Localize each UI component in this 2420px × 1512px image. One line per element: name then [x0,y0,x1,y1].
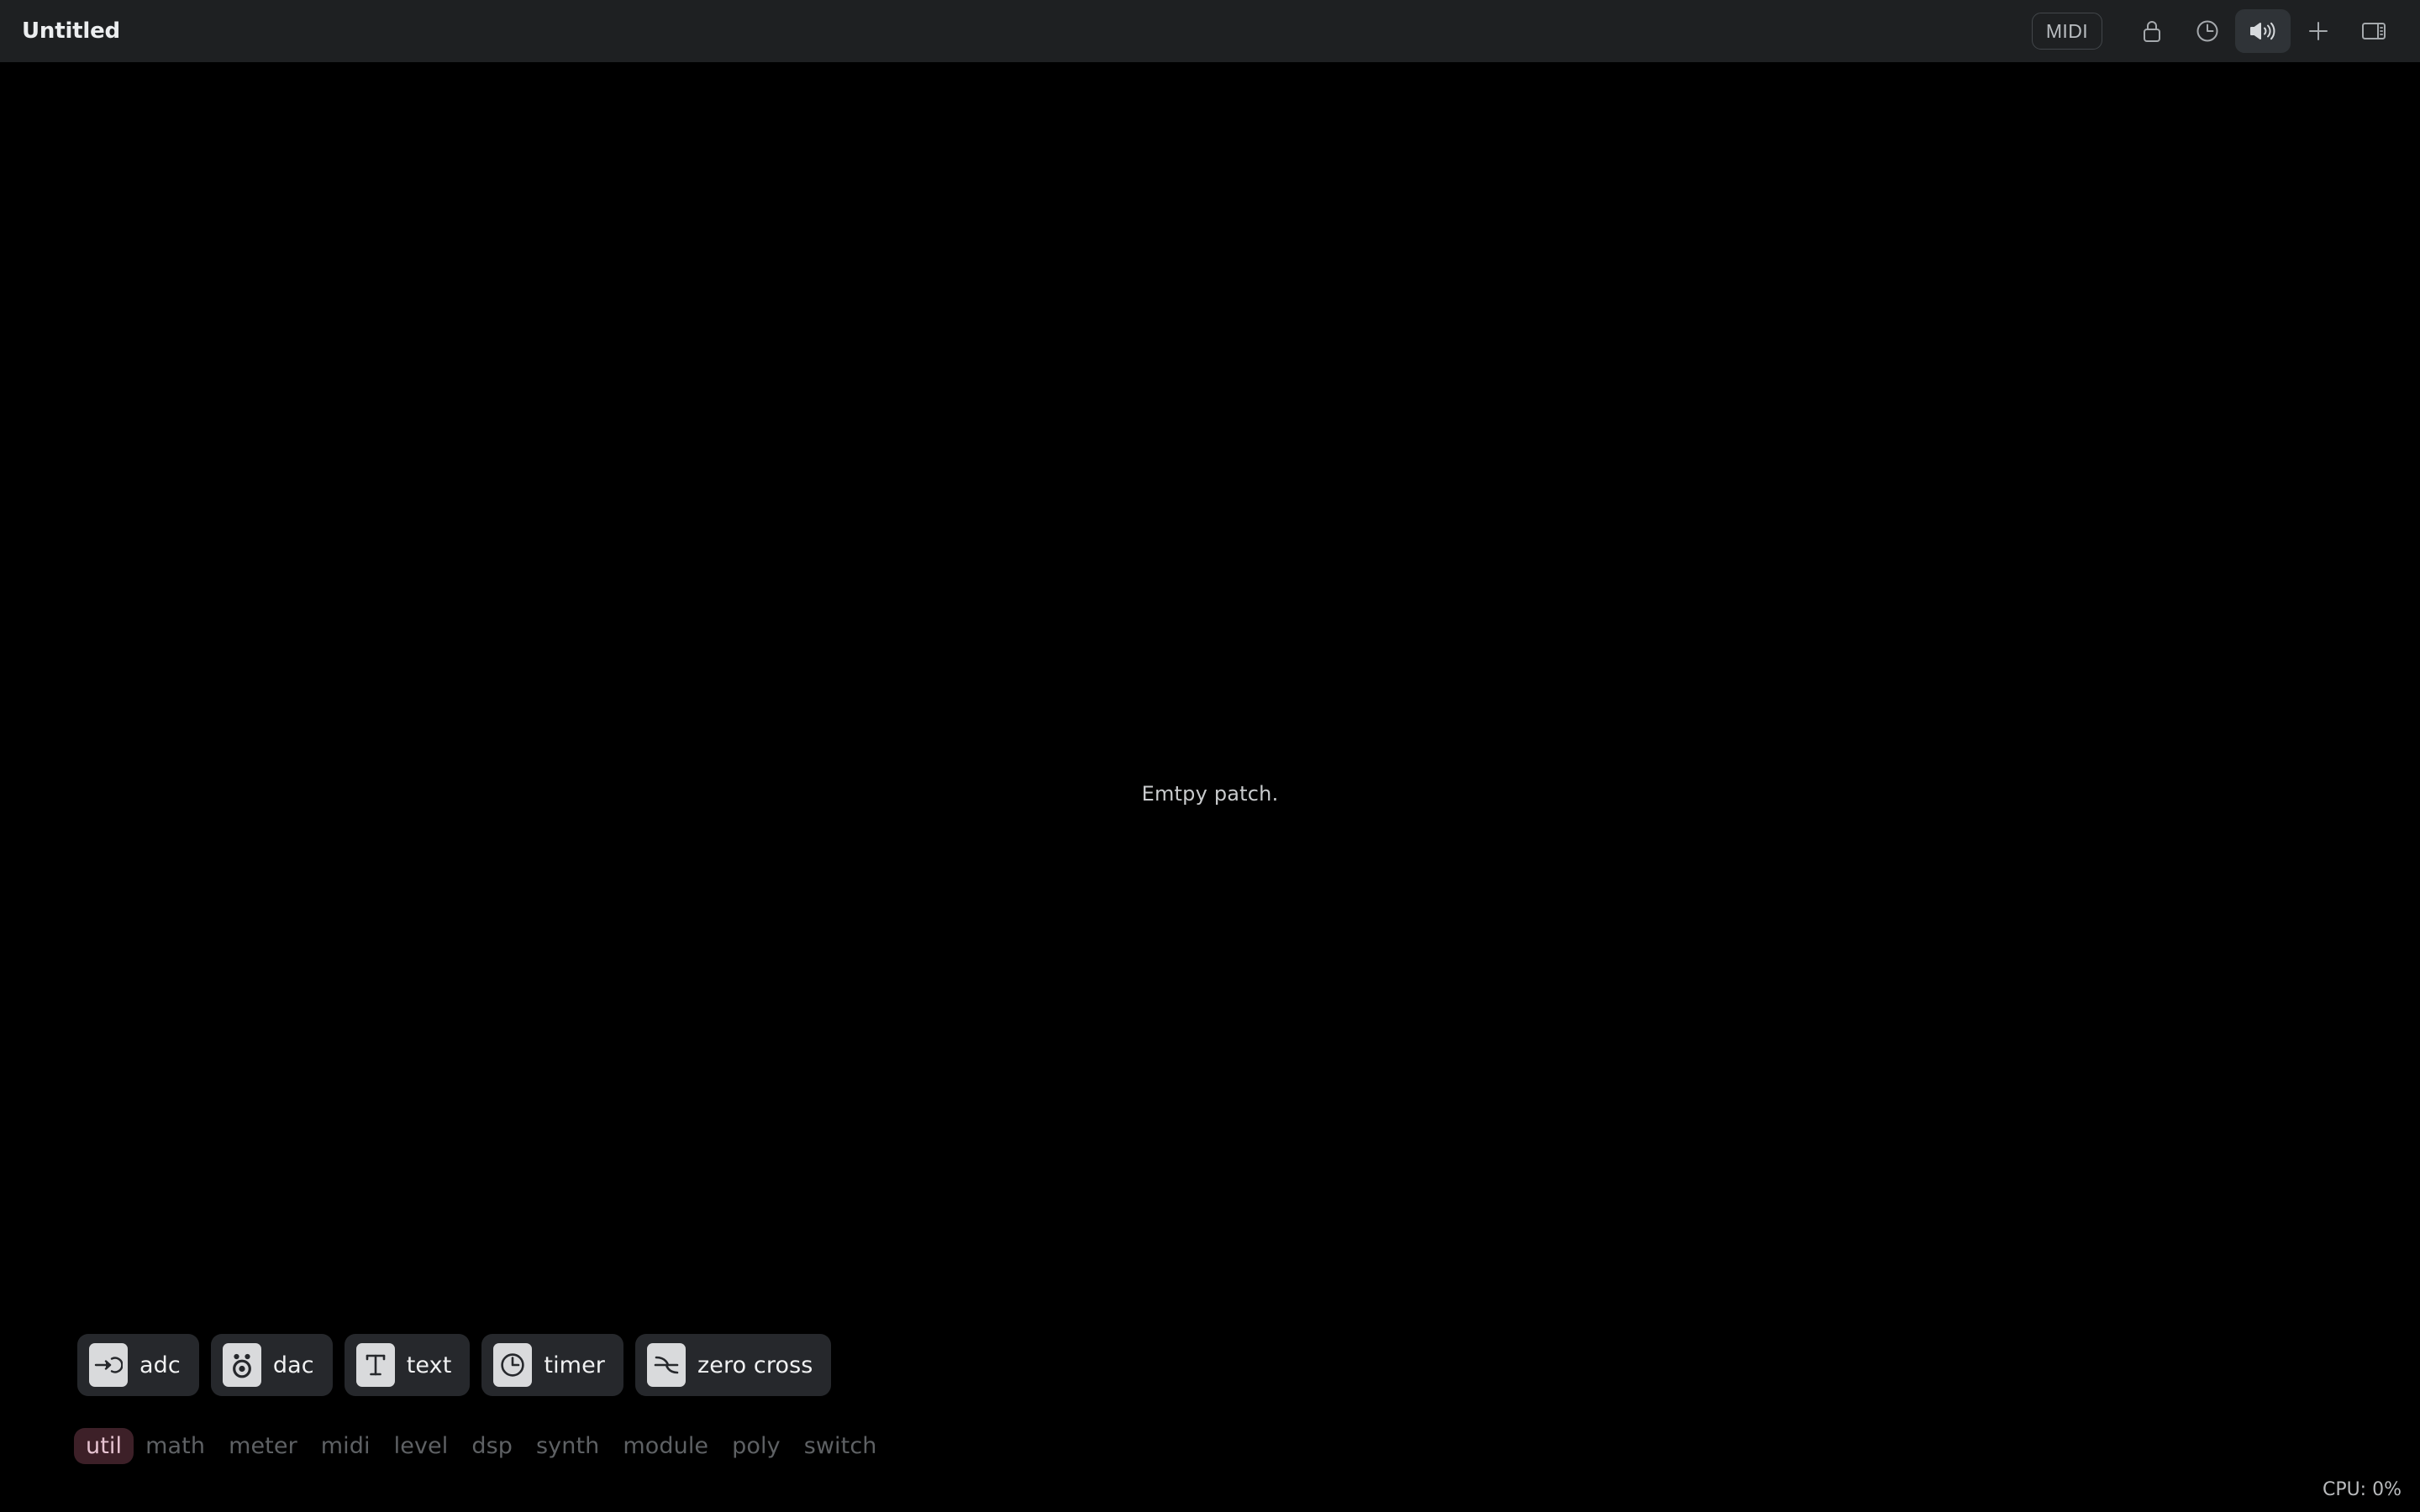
sidebar-panel-icon [2360,19,2387,43]
category-tab-util[interactable]: util [74,1428,134,1464]
midi-button-label: MIDI [2045,19,2088,42]
zero-cross-wave-icon [647,1343,686,1387]
clock-button[interactable] [2180,9,2235,53]
category-tab-switch[interactable]: switch [792,1428,889,1464]
category-tab-module[interactable]: module [611,1428,720,1464]
lock-icon [2141,18,2163,44]
speaker-icon [2249,18,2277,44]
category-tabs: util math meter midi level dsp synth mod… [74,1428,889,1464]
top-toolbar: MIDI [2031,9,2402,53]
toggle-sidebar-button[interactable] [2346,9,2402,53]
category-tab-dsp[interactable]: dsp [460,1428,524,1464]
palette-node-label: dac [272,1352,314,1378]
category-tab-meter[interactable]: meter [217,1428,309,1464]
midi-button[interactable]: MIDI [2031,13,2102,50]
adc-input-icon [89,1343,128,1387]
node-palette: adc dac text timer zero cross [77,1334,832,1396]
title-bar: Untitled MIDI [0,0,2420,62]
palette-node-text[interactable]: text [344,1334,471,1396]
empty-patch-message: Emtpy patch. [1141,782,1279,806]
timer-clock-icon [493,1343,533,1387]
plus-icon [2306,18,2331,44]
patch-canvas[interactable]: Emtpy patch. [0,62,2420,1512]
category-tab-midi[interactable]: midi [309,1428,382,1464]
palette-node-zero-cross[interactable]: zero cross [635,1334,832,1396]
category-tab-level[interactable]: level [382,1428,460,1464]
text-t-icon [355,1343,395,1387]
category-tab-math[interactable]: math [134,1428,217,1464]
palette-node-adc[interactable]: adc [77,1334,199,1396]
lock-button[interactable] [2124,9,2180,53]
palette-node-label: text [406,1352,452,1378]
audio-button[interactable] [2235,9,2291,53]
category-tab-poly[interactable]: poly [720,1428,792,1464]
dac-speaker-icon [222,1343,261,1387]
add-button[interactable] [2291,9,2346,53]
palette-node-dac[interactable]: dac [210,1334,333,1396]
palette-node-label: adc [139,1352,181,1378]
palette-node-timer[interactable]: timer [481,1334,623,1396]
clock-icon [2195,18,2220,44]
palette-node-label: zero cross [697,1352,813,1378]
document-title: Untitled [22,18,120,44]
cpu-status: CPU: 0% [2322,1479,2402,1500]
category-tab-synth[interactable]: synth [524,1428,611,1464]
palette-node-label: timer [544,1352,605,1378]
